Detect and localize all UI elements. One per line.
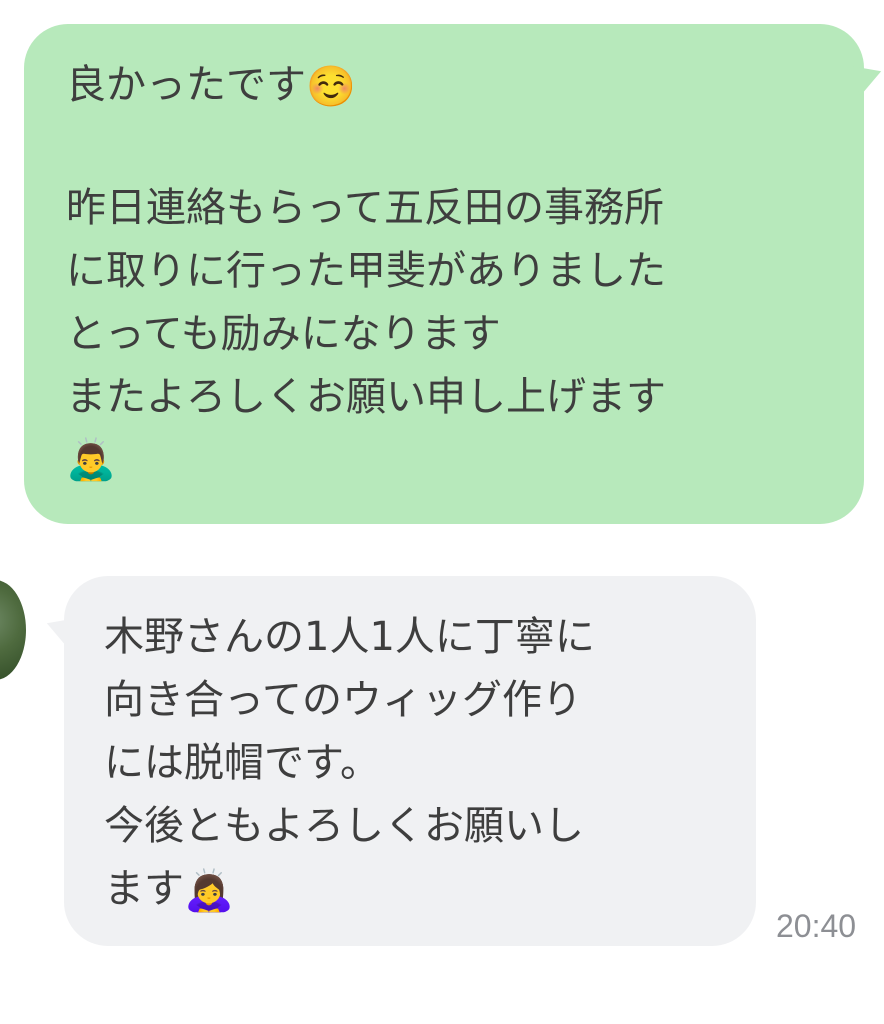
- bubble-tail: [41, 608, 79, 648]
- message-line: に取りに行った甲斐がありました: [66, 248, 666, 294]
- chat-view: 良かったです☺️ 昨日連絡もらって五反田の事務所 に取りに行った甲斐がありました…: [0, 0, 884, 1024]
- message-line: 向き合ってのウィッグ作り: [104, 677, 582, 723]
- message-timestamp: 20:40: [776, 908, 857, 944]
- incoming-message-text: 木野さんの1人1人に丁寧に 向き合ってのウィッグ作り には脱帽です。 今後ともよ…: [104, 606, 744, 921]
- bowing-woman-icon: 🙇‍♀️: [184, 868, 234, 914]
- incoming-message-bubble[interactable]: 木野さんの1人1人に丁寧に 向き合ってのウィッグ作り には脱帽です。 今後ともよ…: [41, 576, 756, 946]
- message-line: 昨日連絡もらって五反田の事務所: [66, 185, 664, 231]
- message-line: には脱帽です。: [104, 740, 380, 786]
- bubble-tail: [849, 56, 884, 96]
- message-line: とっても励みになります: [66, 311, 501, 357]
- outgoing-message-text: 良かったです☺️ 昨日連絡もらって五反田の事務所 に取りに行った甲斐がありました…: [66, 54, 846, 492]
- bowing-man-icon: 🙇‍♂️: [66, 437, 116, 483]
- message-line: またよろしくお願い申し上げます: [66, 374, 666, 420]
- message-line: ます🙇‍♀️: [104, 866, 234, 914]
- message-line: 良かったです☺️: [66, 62, 356, 110]
- message-line: 木野さんの1人1人に丁寧に: [104, 614, 595, 660]
- outgoing-message-bubble[interactable]: 良かったです☺️ 昨日連絡もらって五反田の事務所 に取りに行った甲斐がありました…: [24, 24, 884, 524]
- smiling-face-icon: ☺️: [306, 64, 356, 110]
- avatar[interactable]: [0, 580, 26, 680]
- message-line: 今後ともよろしくお願いし: [104, 803, 584, 849]
